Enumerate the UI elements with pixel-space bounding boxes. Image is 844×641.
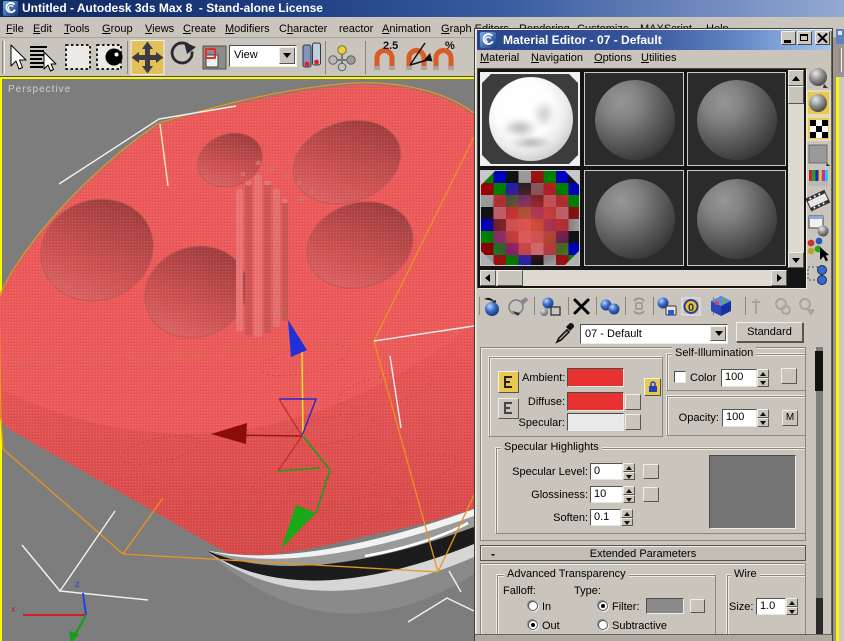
svg-text:0: 0 bbox=[688, 302, 694, 314]
svg-text:%: % bbox=[445, 40, 455, 52]
svg-text:Perspective: Perspective bbox=[8, 84, 71, 95]
svg-text:z: z bbox=[75, 579, 80, 589]
svg-text:2.5: 2.5 bbox=[383, 40, 398, 52]
svg-text:z: z bbox=[281, 306, 286, 316]
svg-text:x: x bbox=[11, 604, 16, 614]
